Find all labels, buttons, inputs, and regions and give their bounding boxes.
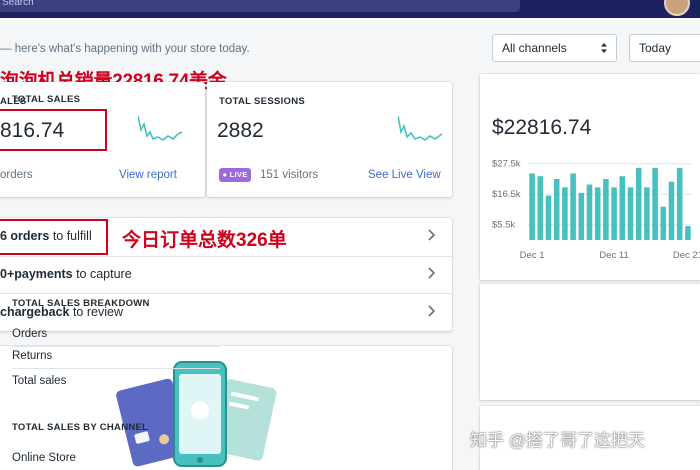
total-sessions-label: TOTAL SESSIONS: [219, 96, 306, 107]
watermark: 知乎 @搭了哥了这把天: [470, 431, 645, 450]
search-input[interactable]: Search: [0, 0, 520, 12]
chart-bar[interactable]: [594, 187, 601, 240]
total-sales-value: 816.74: [0, 119, 65, 142]
chart-bar[interactable]: [660, 206, 667, 240]
chart-bar[interactable]: [562, 187, 568, 240]
breakdown-label: TOTAL SALES BREAKDOWN: [12, 298, 150, 309]
task-text: 0+payments to capture: [0, 267, 132, 281]
chart-bar[interactable]: [685, 226, 691, 240]
task-row-payments[interactable]: 0+payments to capture: [0, 256, 452, 293]
chart-bar[interactable]: [644, 187, 650, 240]
total-sales-panel-value: $22816.74: [492, 116, 592, 139]
sales-sparkline: [138, 115, 182, 141]
y-tick-label: $27.5k: [492, 159, 521, 170]
chart-bar[interactable]: [529, 173, 535, 240]
visitors-count: 151 visitors: [260, 169, 319, 181]
channel-panel-label: TOTAL SALES BY CHANNEL: [12, 422, 149, 433]
total-sales-bar-chart: $27.5k $16.5k $5.5k Dec 1 Dec 11 Dec 21: [492, 159, 700, 261]
chart-bar[interactable]: [619, 176, 626, 240]
see-live-view-link[interactable]: See Live View: [368, 169, 441, 181]
chart-bar[interactable]: [611, 187, 617, 240]
chart-bar[interactable]: [676, 167, 683, 240]
row-divider: [12, 346, 220, 347]
total-sales-panel-label: TOTAL SALES: [12, 94, 81, 105]
y-tick-label: $5.5k: [492, 220, 515, 231]
live-badge: ● LIVE: [219, 168, 251, 182]
chart-bar[interactable]: [635, 167, 642, 240]
chevron-right-icon: [428, 229, 436, 241]
channel-row-online-store: Online Store: [12, 452, 76, 464]
channel-select[interactable]: All channels: [492, 34, 617, 62]
top-bar: Search: [0, 0, 700, 18]
chevron-right-icon: [428, 267, 436, 279]
chart-bar[interactable]: [627, 187, 634, 240]
chart-bar[interactable]: [586, 184, 593, 240]
phone-cards-illustration: [116, 361, 277, 467]
x-tick-label: Dec 11: [599, 250, 628, 261]
x-tick-label: Dec 21: [673, 250, 700, 261]
total-sessions-value: 2882: [217, 119, 264, 142]
chart-bar[interactable]: [545, 195, 552, 240]
select-arrows-icon: [601, 43, 607, 53]
chart-bar[interactable]: [603, 178, 609, 240]
chart-bar[interactable]: [570, 173, 576, 240]
breakdown-row-returns: Returns: [12, 350, 53, 362]
period-select[interactable]: Today: [629, 34, 700, 62]
chart-bar[interactable]: [668, 181, 675, 240]
overlay-orders-note: 今日订单总数326单: [122, 230, 287, 251]
breakdown-row-orders: Orders: [12, 328, 48, 340]
y-tick-label: $16.5k: [492, 189, 521, 200]
avatar[interactable]: [664, 0, 690, 16]
row-divider: [12, 368, 220, 369]
welcome-text: — here's what's happening with your stor…: [0, 43, 250, 55]
chart-bar[interactable]: [553, 178, 560, 240]
sessions-sparkline: [398, 115, 442, 141]
breakdown-panel: [480, 284, 700, 400]
search-placeholder: Search: [2, 0, 34, 8]
orders-count-text: orders: [0, 169, 33, 181]
chart-bar[interactable]: [537, 176, 544, 240]
breakdown-row-total: Total sales: [12, 375, 67, 387]
chevron-right-icon: [428, 305, 436, 317]
chart-bar[interactable]: [578, 192, 585, 240]
chart-bar[interactable]: [652, 167, 658, 240]
x-tick-label: Dec 1: [520, 250, 545, 261]
view-report-link[interactable]: View report: [119, 169, 177, 181]
period-select-value: Today: [639, 41, 672, 55]
highlight-box-orders: [0, 219, 108, 255]
channel-select-value: All channels: [502, 41, 567, 55]
